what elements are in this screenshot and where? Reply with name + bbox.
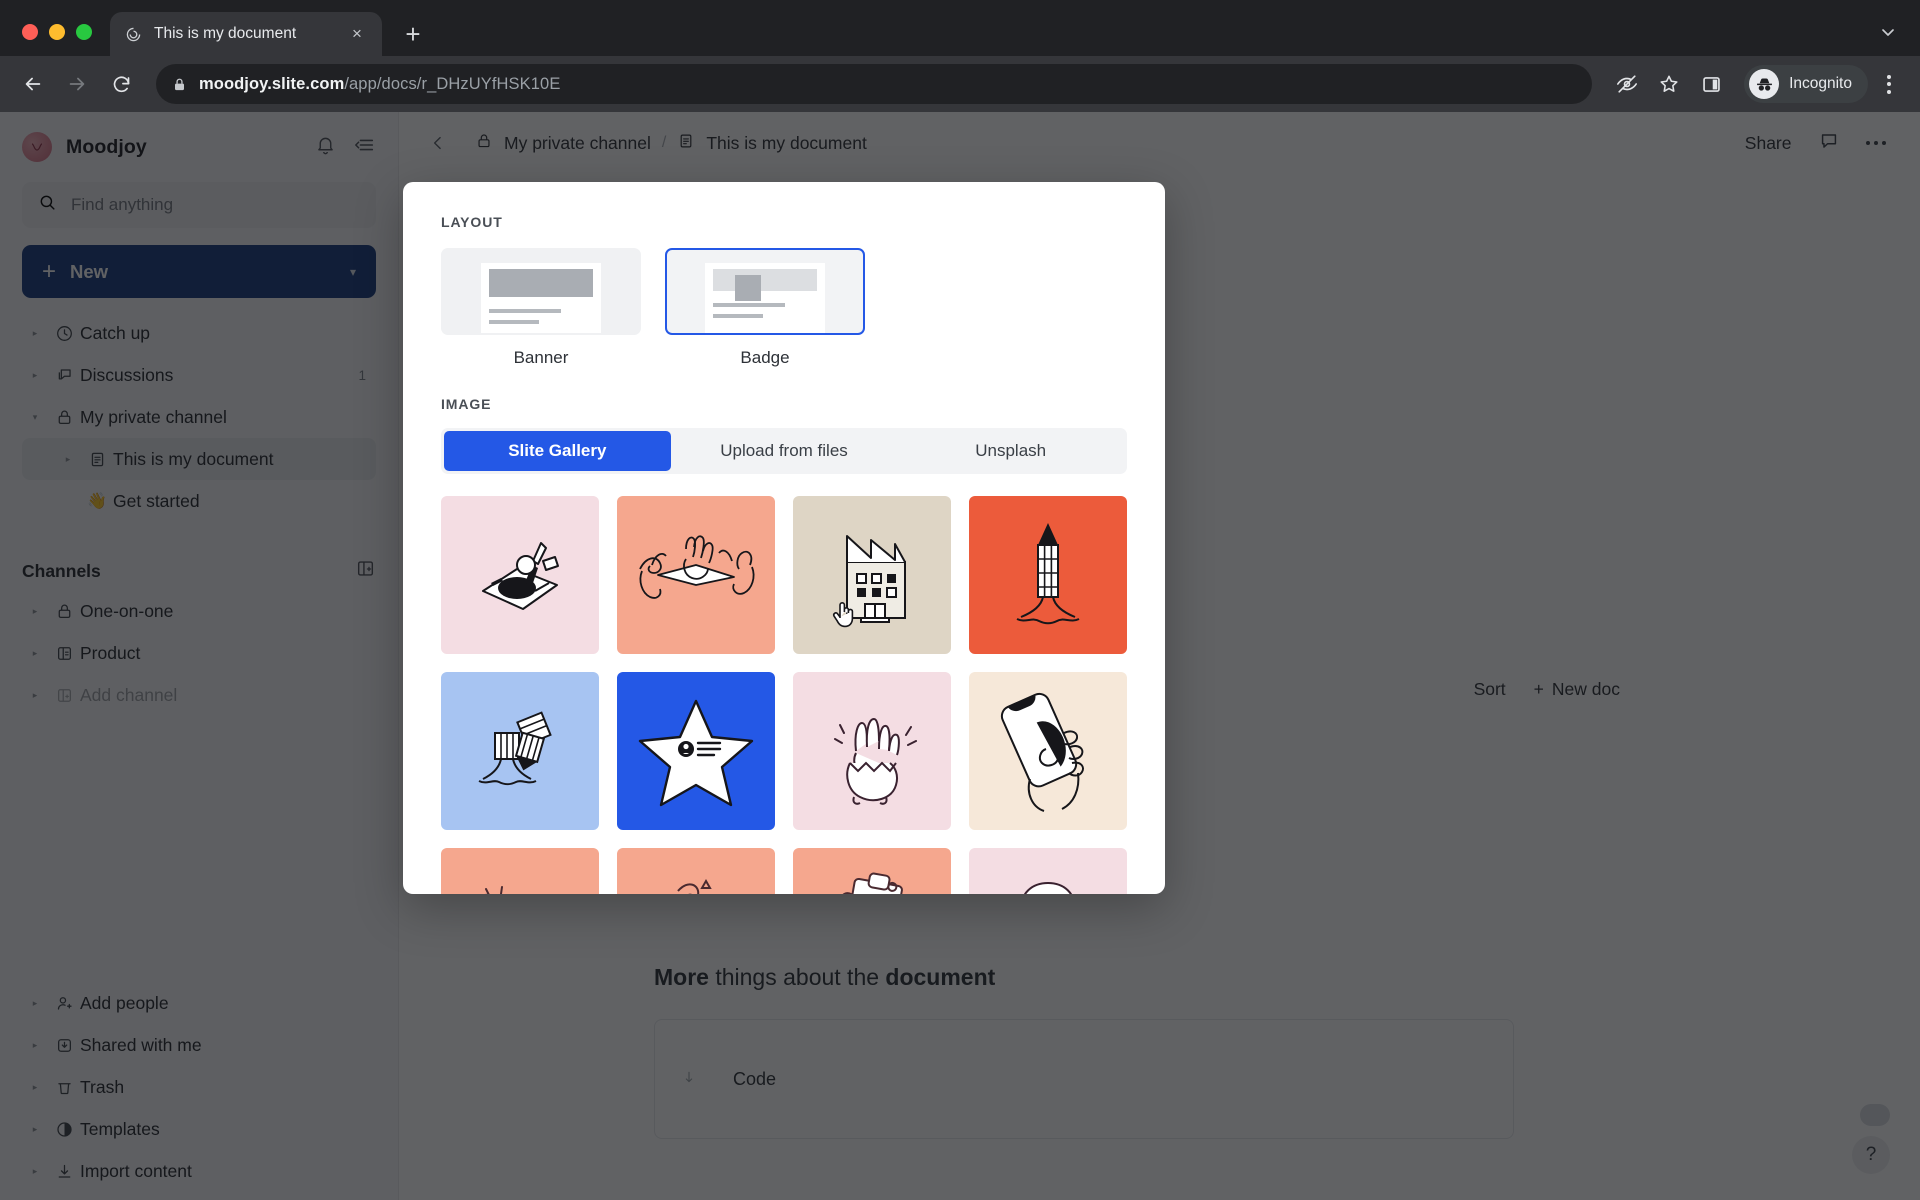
gallery-item-hands-confetti[interactable]	[617, 848, 775, 894]
minimize-window-button[interactable]	[49, 24, 65, 40]
gallery-item-hand-holding-phone[interactable]	[969, 672, 1127, 830]
gallery-item-hand-in-eggshell[interactable]	[793, 672, 951, 830]
profile-label: Incognito	[1789, 75, 1852, 92]
gallery-item-factory-building[interactable]	[793, 496, 951, 654]
gallery-grid	[441, 496, 1127, 894]
gallery-item-clipboard-pencil[interactable]	[793, 848, 951, 894]
tab-unsplash[interactable]: Unsplash	[897, 431, 1124, 471]
gallery-item-pencil-rocket[interactable]	[969, 496, 1127, 654]
browser-toolbar: moodjoy.slite.com/app/docs/r_DHzUYfHSK10…	[0, 56, 1920, 112]
hand-holding-phone-illustration	[1000, 692, 1084, 812]
profile-incognito-button[interactable]: Incognito	[1744, 65, 1868, 103]
star-icon[interactable]	[1650, 65, 1688, 103]
layout-section-label: LAYOUT	[441, 214, 503, 230]
layout-options: Banner Badge	[441, 248, 1127, 368]
browser-tab[interactable]: This is my document ×	[110, 12, 382, 56]
reload-icon[interactable]	[102, 65, 140, 103]
gallery-item-face-thinking[interactable]	[969, 848, 1127, 894]
preview-badge-square	[735, 275, 761, 301]
preview-hero-bar	[713, 269, 817, 301]
address-bar[interactable]: moodjoy.slite.com/app/docs/r_DHzUYfHSK10…	[156, 64, 1593, 104]
app-viewport: Moodjoy Find anything + New	[0, 112, 1920, 1200]
layout-label: Banner	[513, 348, 569, 367]
hands-confetti-illustration	[677, 878, 712, 894]
maximize-window-button[interactable]	[76, 24, 92, 40]
back-arrow-icon[interactable]	[14, 65, 52, 103]
gallery-item-desk-with-papers[interactable]	[441, 496, 599, 654]
badge-preview-graphic	[705, 263, 825, 333]
preview-line	[489, 320, 539, 324]
gallery-item-launching-notes[interactable]	[441, 672, 599, 830]
url-text: moodjoy.slite.com/app/docs/r_DHzUYfHSK10…	[199, 75, 560, 94]
cover-image-picker-modal: LAYOUT Banner Badge IMAGE Slite Gallery …	[403, 182, 1165, 894]
layout-option-banner[interactable]: Banner	[441, 248, 641, 368]
preview-hero	[489, 269, 593, 297]
side-panel-icon[interactable]	[1692, 65, 1730, 103]
tab-title: This is my document	[154, 25, 297, 42]
star-profile-illustration	[638, 699, 754, 807]
slite-icon	[124, 25, 142, 43]
preview-line	[489, 309, 561, 313]
hand-in-eggshell-illustration	[834, 717, 917, 805]
toolbar-actions: Incognito	[1608, 65, 1906, 103]
hand-plugging-cable-illustration	[484, 886, 503, 894]
tab-slite-gallery[interactable]: Slite Gallery	[444, 431, 671, 471]
hands-holding-paper-illustration	[639, 535, 755, 599]
hand-cursor-icon	[831, 598, 857, 628]
image-source-tabs: Slite Gallery Upload from files Unsplash	[441, 428, 1127, 474]
tabstrip-chevron-down-icon[interactable]	[1878, 22, 1920, 56]
layout-preview-badge[interactable]	[665, 248, 865, 335]
url-path: /app/docs/r_DHzUYfHSK10E	[344, 74, 561, 93]
clipboard-pencil-illustration	[842, 872, 903, 894]
gallery-item-hand-plugging-cable[interactable]	[441, 848, 599, 894]
close-window-button[interactable]	[22, 24, 38, 40]
tab-upload-from-files[interactable]: Upload from files	[671, 431, 898, 471]
pencil-rocket-illustration	[1016, 523, 1080, 625]
desk-with-papers-illustration	[482, 542, 559, 610]
gallery-item-star-profile[interactable]	[617, 672, 775, 830]
layout-preview-banner[interactable]	[441, 248, 641, 335]
close-tab-button[interactable]: ×	[346, 23, 368, 45]
preview-line	[713, 303, 785, 307]
eye-off-icon[interactable]	[1608, 65, 1646, 103]
browser-window: This is my document × + moodjoy.slite.co…	[0, 0, 1920, 1200]
tab-strip: This is my document × +	[0, 0, 1920, 56]
lock-icon	[172, 77, 187, 92]
incognito-icon	[1749, 69, 1780, 99]
face-thinking-illustration	[1023, 881, 1073, 894]
forward-arrow-icon[interactable]	[58, 65, 96, 103]
url-domain: moodjoy.slite.com	[199, 74, 345, 93]
layout-label: Badge	[740, 348, 790, 367]
gallery-item-hands-holding-paper[interactable]	[617, 496, 775, 654]
banner-preview-graphic	[481, 263, 601, 333]
new-tab-button[interactable]: +	[396, 17, 430, 51]
kebab-menu-icon[interactable]	[1872, 65, 1906, 103]
window-controls	[14, 24, 110, 56]
preview-line	[713, 314, 763, 318]
launching-notes-illustration	[478, 711, 552, 786]
layout-option-badge[interactable]: Badge	[665, 248, 865, 368]
image-section-label: IMAGE	[441, 396, 492, 412]
